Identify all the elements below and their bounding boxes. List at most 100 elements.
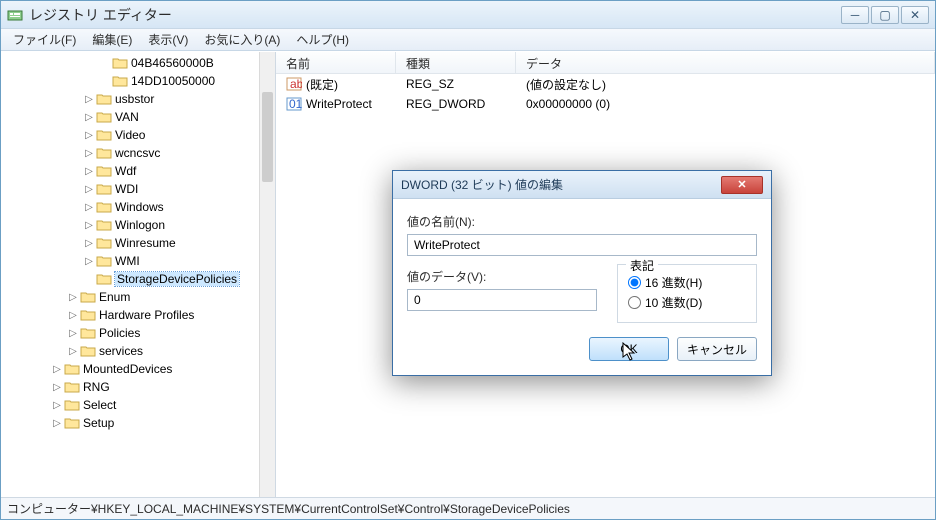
expander-icon[interactable]: ▷ [51,418,63,429]
menu-help[interactable]: ヘルプ(H) [288,29,357,50]
tree-item[interactable]: ▷Winlogon [3,216,259,234]
ok-button[interactable]: OK [589,337,669,361]
tree-item-label: Wdf [115,164,136,178]
expander-icon[interactable]: ▷ [67,328,79,339]
radix-hex-label: 16 進数(H) [645,274,702,291]
tree-item[interactable]: ▷ Windows [3,198,259,216]
tree-item[interactable]: ▷ Video [3,126,259,144]
expander-icon[interactable]: ▷ [83,256,95,267]
string-value-icon: ab [286,76,302,92]
value-name: (既定) [306,76,338,93]
tree-item[interactable]: StorageDevicePolicies [3,270,259,288]
folder-icon [96,146,112,160]
menubar: ファイル(F) 編集(E) 表示(V) お気に入り(A) ヘルプ(H) [1,29,935,51]
expander-icon[interactable]: ▷ [83,94,95,105]
scrollbar-thumb[interactable] [262,92,273,182]
folder-icon [96,182,112,196]
tree-item-label: Enum [99,290,130,304]
col-data[interactable]: データ [516,52,935,73]
tree-item-label: Winresume [115,236,176,250]
tree-item[interactable]: 14DD10050000 [3,72,259,90]
expander-icon[interactable]: ▷ [83,166,95,177]
menu-view[interactable]: 表示(V) [140,29,196,50]
expander-icon[interactable]: ▷ [83,148,95,159]
col-type[interactable]: 種類 [396,52,516,73]
tree-item[interactable]: ▷WDI [3,180,259,198]
titlebar: レジストリ エディター ─ ▢ ✕ [1,1,935,29]
tree-item[interactable]: ▷ usbstor [3,90,259,108]
expander-icon[interactable]: ▷ [51,382,63,393]
expander-icon[interactable]: ▷ [67,292,79,303]
tree-pane: 04B46560000B14DD10050000▷usbstor▷VAN▷Vid… [1,52,276,497]
radix-dec-row[interactable]: 10 進数(D) [628,294,746,311]
tree-item[interactable]: ▷wcncsvc [3,144,259,162]
tree-item[interactable]: ▷ Hardware Profiles [3,306,259,324]
expander-icon[interactable]: ▷ [83,184,95,195]
radix-dec-label: 10 進数(D) [645,294,702,311]
radix-dec-radio[interactable] [628,296,641,309]
close-button[interactable]: ✕ [901,6,929,24]
tree-item[interactable]: ▷WMI [3,252,259,270]
tree-item-label: Hardware Profiles [99,308,194,322]
folder-icon [64,380,80,394]
edit-dword-dialog: DWORD (32 ビット) 値の編集 ✕ 値の名前(N): 値のデータ(V):… [392,170,772,376]
tree-item-label: Select [83,398,116,412]
radix-hex-radio[interactable] [628,276,641,289]
statusbar: コンピューター¥HKEY_LOCAL_MACHINE¥SYSTEM¥Curren… [1,497,935,519]
cancel-button[interactable]: キャンセル [677,337,757,361]
tree-item[interactable]: ▷MountedDevices [3,360,259,378]
tree-item[interactable]: ▷ Winresume [3,234,259,252]
expander-icon[interactable]: ▷ [51,364,63,375]
tree-scrollbar[interactable] [259,52,275,497]
tree-item-label: RNG [83,380,110,394]
expander-icon[interactable]: ▷ [83,238,95,249]
tree-item[interactable]: ▷ Wdf [3,162,259,180]
folder-icon [96,92,112,106]
folder-icon [80,344,96,358]
menu-favorites[interactable]: お気に入り(A) [196,29,288,50]
tree-item[interactable]: ▷services [3,342,259,360]
minimize-button[interactable]: ─ [841,6,869,24]
tree-item[interactable]: ▷ Policies [3,324,259,342]
value-name-label: 値の名前(N): [407,213,757,230]
tree-item-label: usbstor [115,92,154,106]
registry-tree[interactable]: 04B46560000B14DD10050000▷usbstor▷VAN▷Vid… [3,54,259,432]
menu-edit[interactable]: 編集(E) [84,29,140,50]
value-data-label: 値のデータ(V): [407,268,597,285]
value-data-field[interactable] [407,289,597,311]
expander-icon[interactable]: ▷ [51,400,63,411]
folder-icon [96,218,112,232]
folder-icon [96,236,112,250]
dword-value-icon: 011 [286,96,302,112]
value-type: REG_SZ [396,77,516,91]
expander-icon[interactable]: ▷ [83,112,95,123]
tree-item-label: Policies [99,326,140,340]
value-name-field[interactable] [407,234,757,256]
expander-icon[interactable]: ▷ [67,310,79,321]
menu-file[interactable]: ファイル(F) [5,29,84,50]
list-row[interactable]: 011WriteProtectREG_DWORD0x00000000 (0) [276,94,935,114]
maximize-button[interactable]: ▢ [871,6,899,24]
tree-item-label: Setup [83,416,114,430]
col-name[interactable]: 名前 [276,52,396,73]
expander-icon[interactable]: ▷ [83,202,95,213]
value-type: REG_DWORD [396,97,516,111]
expander-icon[interactable]: ▷ [67,346,79,357]
tree-item[interactable]: ▷ RNG [3,378,259,396]
tree-item[interactable]: ▷ Setup [3,414,259,432]
list-row[interactable]: ab(既定)REG_SZ(値の設定なし) [276,74,935,94]
tree-item[interactable]: 04B46560000B [3,54,259,72]
tree-item-label: Video [115,128,145,142]
tree-item[interactable]: ▷ Select [3,396,259,414]
folder-icon [96,110,112,124]
expander-icon[interactable]: ▷ [83,130,95,141]
tree-item[interactable]: ▷VAN [3,108,259,126]
radix-hex-row[interactable]: 16 進数(H) [628,274,746,291]
folder-icon [96,164,112,178]
tree-item-label: StorageDevicePolicies [115,272,239,286]
dialog-close-button[interactable]: ✕ [721,176,763,194]
expander-icon[interactable]: ▷ [83,220,95,231]
tree-item[interactable]: ▷ Enum [3,288,259,306]
folder-icon [80,290,96,304]
tree-item-label: Windows [115,200,164,214]
